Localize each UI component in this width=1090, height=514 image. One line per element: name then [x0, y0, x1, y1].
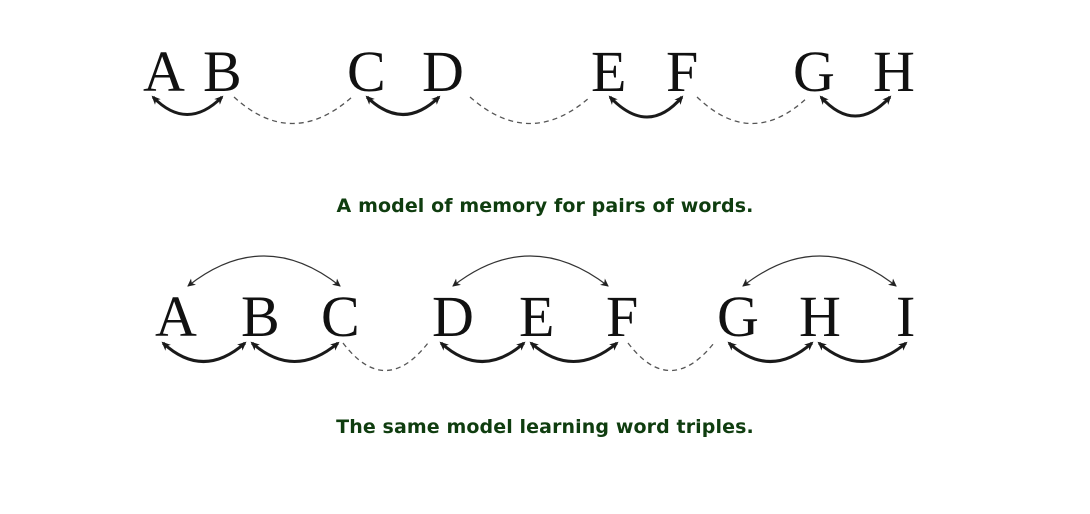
dashed-link-b-c	[233, 96, 353, 124]
dashed-link-f-g	[696, 96, 809, 125]
pairs-figure: A B C D E F G H A model of memory for pa…	[0, 0, 1090, 230]
pairs-caption: A model of memory for pairs of words.	[336, 195, 754, 217]
letter-g: G	[793, 39, 835, 104]
letter-e: E	[591, 39, 626, 104]
letter-d: D	[422, 39, 464, 104]
letter-f: F	[666, 39, 698, 104]
letter-c: C	[321, 284, 360, 349]
letter-c: C	[347, 39, 386, 104]
letter-g: G	[717, 284, 759, 349]
dashed-link-f-g	[627, 342, 715, 372]
letter-i: I	[896, 284, 915, 349]
link-d-f	[452, 255, 609, 287]
triples-figure: A B C D E F G H I The same model learnin…	[0, 230, 1090, 514]
letter-b: B	[241, 284, 280, 349]
triples-diagram: A B C D E F G H I	[155, 255, 915, 372]
triples-caption: The same model learning word triples.	[336, 416, 754, 438]
link-a-c	[187, 255, 341, 287]
letter-h: H	[873, 39, 915, 104]
letter-a: A	[155, 284, 197, 349]
letter-d: D	[432, 284, 474, 349]
letter-e: E	[519, 284, 554, 349]
letter-b: B	[203, 39, 242, 104]
letter-f: F	[606, 284, 638, 349]
link-g-i	[742, 255, 897, 287]
dashed-link-d-e	[469, 96, 591, 124]
letter-h: H	[799, 284, 841, 349]
letter-a: A	[143, 39, 185, 104]
